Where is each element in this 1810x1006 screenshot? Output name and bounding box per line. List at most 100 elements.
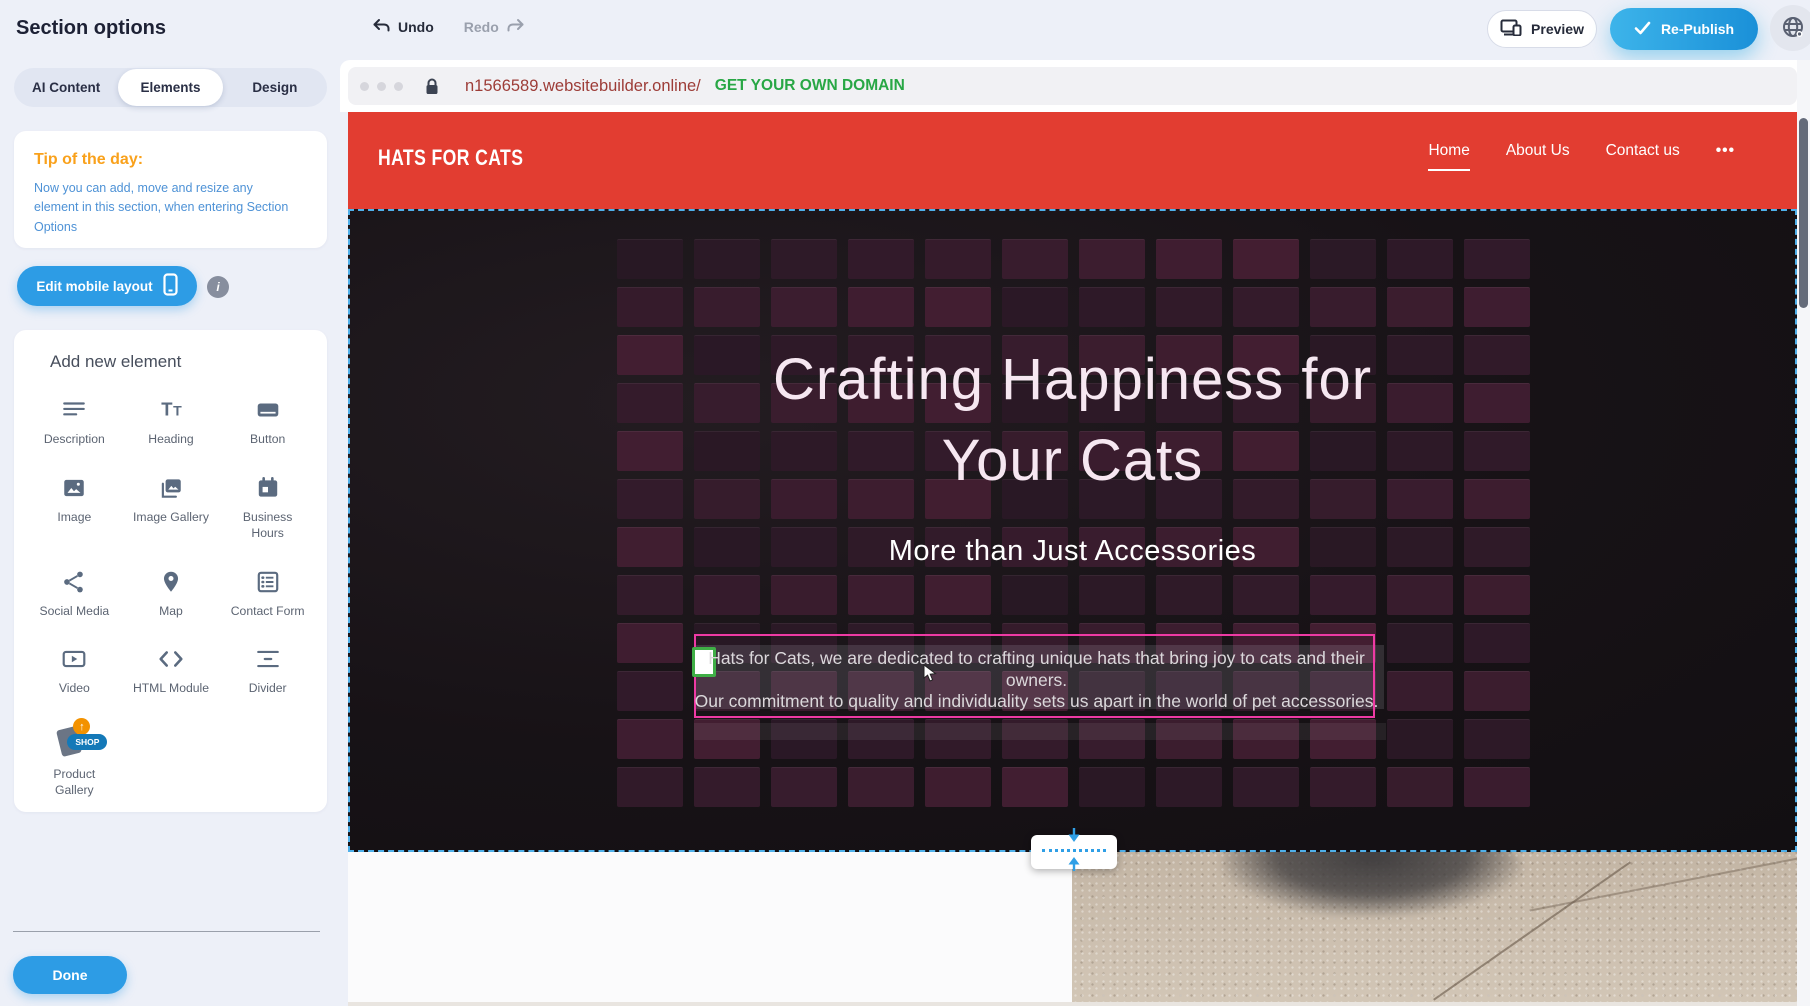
hero-tile — [694, 287, 760, 327]
add-element-heading[interactable]: TTHeading — [123, 390, 220, 454]
hero-tile — [694, 575, 760, 615]
nav-more-menu[interactable]: ••• — [1716, 142, 1735, 169]
add-element-label: Divider — [249, 681, 287, 697]
edit-mobile-layout-button[interactable]: Edit mobile layout — [17, 266, 197, 306]
svg-text:T: T — [173, 402, 182, 418]
hero-tile — [771, 239, 837, 279]
hero-tile — [1464, 767, 1530, 807]
add-element-map[interactable]: Map — [123, 562, 220, 626]
redo-icon — [506, 18, 525, 36]
hero-tile — [1387, 719, 1453, 759]
hero-tile — [1156, 239, 1222, 279]
hero-tile — [1464, 671, 1530, 711]
hero-heading[interactable]: Crafting Happiness for Your Cats — [348, 339, 1797, 501]
check-icon — [1634, 21, 1651, 38]
add-element-contact-form[interactable]: Contact Form — [219, 562, 316, 626]
undo-redo-group: Undo Redo — [372, 18, 525, 36]
hero-tile — [617, 767, 683, 807]
svg-text:T: T — [161, 398, 173, 419]
hero-paragraph[interactable]: Hats for Cats, we are dedicated to craft… — [694, 648, 1379, 713]
product-gallery-icon: ↑SHOP — [51, 723, 97, 759]
add-element-title: Add new element — [50, 352, 181, 372]
republish-button[interactable]: Re-Publish — [1610, 8, 1758, 50]
site-nav: Home About Us Contact us ••• — [1428, 142, 1735, 171]
hero-tile — [1464, 623, 1530, 663]
hero-subheading[interactable]: More than Just Accessories — [348, 535, 1797, 568]
upgrade-badge-icon: ↑ — [73, 718, 90, 735]
language-globe-button[interactable] — [1770, 5, 1810, 51]
preview-label: Preview — [1531, 21, 1584, 37]
scrollbar-thumb[interactable] — [1799, 118, 1808, 308]
site-header: HATS FOR CATS Home About Us Contact us ••• — [348, 112, 1797, 209]
hero-tile — [617, 719, 683, 759]
hero-section[interactable]: Crafting Happiness for Your Cats More th… — [348, 209, 1797, 852]
site-logo[interactable]: HATS FOR CATS — [378, 145, 523, 171]
preview-button[interactable]: Preview — [1487, 10, 1597, 48]
hero-tile — [617, 623, 683, 663]
add-element-label: Image — [57, 510, 91, 526]
hero-tile — [1002, 575, 1068, 615]
arrow-down-icon — [1067, 828, 1081, 848]
hero-paragraph-line1: Hats for Cats, we are dedicated to craft… — [694, 648, 1379, 691]
undo-button[interactable]: Undo — [372, 18, 434, 36]
hero-tile — [694, 239, 760, 279]
hero-tile — [1079, 239, 1145, 279]
tip-of-the-day-panel: Tip of the day: Now you can add, move an… — [14, 131, 327, 248]
hero-tile — [1233, 575, 1299, 615]
republish-label: Re-Publish — [1661, 21, 1734, 37]
add-element-button[interactable]: Button — [219, 390, 316, 454]
hero-tile — [771, 575, 837, 615]
tab-design[interactable]: Design — [223, 68, 327, 107]
redo-button[interactable]: Redo — [464, 18, 525, 36]
tab-ai-content[interactable]: AI Content — [14, 68, 118, 107]
sidebar-divider — [13, 931, 320, 932]
info-icon[interactable]: i — [207, 276, 229, 298]
add-element-html-module[interactable]: HTML Module — [123, 639, 220, 703]
add-element-panel: Add new element Description TTHeadingButt… — [14, 330, 327, 812]
mouse-cursor — [923, 664, 938, 687]
add-element-description[interactable]: Description — [26, 390, 123, 454]
add-element-label: Description — [44, 432, 105, 448]
hero-tile — [1387, 239, 1453, 279]
add-element-product-gallery[interactable]: ↑SHOP Product Gallery — [26, 717, 123, 805]
hero-tile — [1387, 767, 1453, 807]
hero-tile — [1387, 623, 1453, 663]
hero-tile — [1079, 287, 1145, 327]
redo-label: Redo — [464, 19, 499, 35]
hero-tile — [925, 575, 991, 615]
hero-tile — [925, 239, 991, 279]
done-button[interactable]: Done — [13, 956, 127, 994]
nav-item-about-us[interactable]: About Us — [1506, 142, 1570, 169]
section-resize-handle[interactable] — [1031, 835, 1117, 869]
html-module-icon — [158, 645, 184, 673]
add-element-business-hours[interactable]: Business Hours — [219, 468, 316, 548]
video-icon — [61, 645, 87, 673]
description-icon — [61, 396, 87, 424]
undo-label: Undo — [398, 19, 434, 35]
nav-item-contact-us[interactable]: Contact us — [1606, 142, 1680, 169]
add-element-label: Product Gallery — [34, 767, 114, 799]
hero-tile — [925, 287, 991, 327]
hero-tile — [617, 239, 683, 279]
get-your-own-domain-link[interactable]: GET YOUR OWN DOMAIN — [715, 77, 905, 95]
hero-tile — [1002, 767, 1068, 807]
hero-tile — [1156, 575, 1222, 615]
hero-tile — [1002, 239, 1068, 279]
hero-tile — [925, 767, 991, 807]
add-element-image[interactable]: Image — [26, 468, 123, 548]
add-element-label: Video — [59, 681, 90, 697]
hero-tile — [1464, 239, 1530, 279]
site-url[interactable]: n1566589.websitebuilder.online/ — [465, 77, 701, 96]
lock-icon — [425, 78, 439, 95]
add-element-video[interactable]: Video — [26, 639, 123, 703]
add-element-divider[interactable]: Divider — [219, 639, 316, 703]
hero-tile — [1464, 287, 1530, 327]
hero-tile — [1464, 719, 1530, 759]
add-element-label: Image Gallery — [133, 510, 209, 526]
sidebar-tabs: AI ContentElementsDesign — [14, 68, 327, 107]
add-element-social-media[interactable]: Social Media — [26, 562, 123, 626]
hero-tile — [1310, 767, 1376, 807]
tab-elements[interactable]: Elements — [118, 69, 222, 106]
add-element-image-gallery[interactable]: Image Gallery — [123, 468, 220, 548]
nav-item-home[interactable]: Home — [1428, 142, 1469, 171]
